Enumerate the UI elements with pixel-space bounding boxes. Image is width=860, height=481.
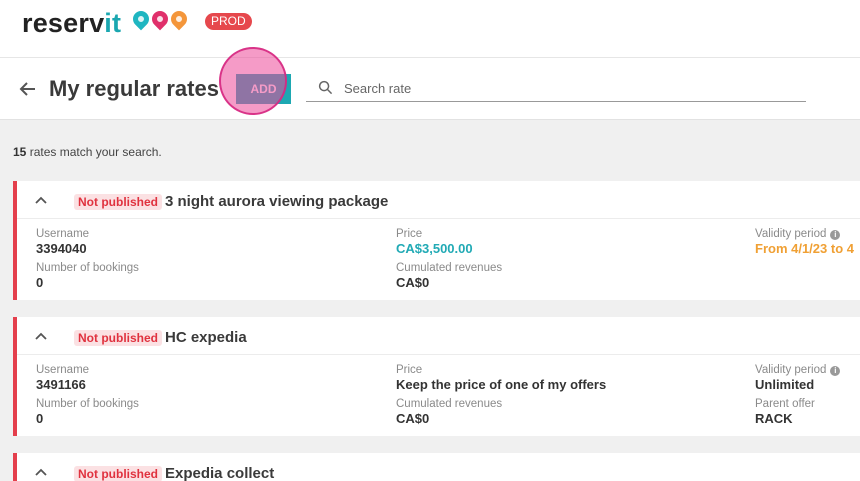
page-title: My regular rates — [49, 76, 219, 101]
chevron-up-icon[interactable] — [35, 467, 47, 477]
pin-icon-teal — [129, 7, 153, 31]
status-badge: Not published — [74, 194, 162, 210]
page-header: My regular rates ADD — [0, 58, 860, 120]
rate-card[interactable]: Not published Expedia collect — [13, 453, 860, 481]
rate-card[interactable]: Not published HC expedia Username 349116… — [13, 317, 860, 436]
info-icon[interactable]: i — [830, 366, 841, 376]
results-summary: 15 rates match your search. — [13, 145, 162, 159]
arrow-left-icon[interactable] — [18, 79, 38, 99]
results-count: 15 — [13, 145, 27, 159]
revenues-label: Cumulated revenues — [396, 262, 503, 274]
top-bar: reservit PROD — [0, 0, 860, 58]
search-icon — [318, 80, 333, 95]
pin-icon-orange — [167, 7, 191, 31]
username-field: Username 3491166 — [36, 364, 89, 392]
logo-pins-icon — [129, 7, 191, 31]
price-value: Keep the price of one of my offers — [396, 377, 607, 392]
parent-offer-field: Parent offer RACK — [755, 398, 815, 426]
logo-text: reserv — [22, 8, 105, 38]
chevron-up-icon[interactable] — [35, 331, 47, 341]
validity-label-row: Validity period i — [755, 228, 854, 241]
validity-label: Validity period — [755, 364, 827, 376]
username-value: 3394040 — [36, 241, 87, 256]
rate-name[interactable]: Expedia collect — [165, 465, 274, 481]
price-value: CA$3,500.00 — [396, 241, 473, 256]
username-label: Username — [36, 364, 90, 376]
validity-label: Validity period — [755, 228, 827, 240]
revenues-value: CA$0 — [396, 275, 430, 290]
bookings-label: Number of bookings — [36, 398, 139, 410]
bookings-value: 0 — [36, 411, 44, 426]
bookings-field: Number of bookings 0 — [36, 398, 139, 426]
price-label: Price — [396, 364, 423, 376]
chevron-up-icon[interactable] — [35, 195, 47, 205]
validity-value: Unlimited — [755, 377, 815, 392]
username-field: Username 3394040 — [36, 228, 89, 256]
price-label: Price — [396, 228, 423, 240]
rate-name[interactable]: HC expedia — [165, 329, 247, 346]
logo-text-accent: it — [104, 8, 122, 38]
revenues-value: CA$0 — [396, 411, 430, 426]
parent-offer-label: Parent offer — [755, 398, 815, 410]
revenues-label: Cumulated revenues — [396, 398, 503, 410]
add-button-label: ADD — [250, 82, 277, 96]
results-text: rates match your search. — [26, 145, 162, 159]
username-value: 3491166 — [36, 377, 86, 392]
username-label: Username — [36, 228, 90, 240]
rate-card-header[interactable]: Not published Expedia collect — [17, 453, 860, 481]
search-input[interactable] — [344, 78, 784, 98]
bookings-value: 0 — [36, 275, 44, 290]
price-field: Price Keep the price of one of my offers — [396, 364, 606, 392]
search-field[interactable] — [306, 76, 806, 102]
environment-badge: PROD — [205, 13, 252, 30]
parent-offer-value: RACK — [755, 411, 793, 426]
bookings-label: Number of bookings — [36, 262, 139, 274]
validity-label-row: Validity period i — [755, 364, 841, 377]
app-logo[interactable]: reservit — [22, 8, 121, 39]
rate-name[interactable]: 3 night aurora viewing package — [165, 193, 388, 210]
add-button[interactable]: ADD — [236, 74, 291, 104]
status-badge: Not published — [74, 466, 162, 481]
status-badge: Not published — [74, 330, 162, 346]
bookings-field: Number of bookings 0 — [36, 262, 139, 290]
revenues-field: Cumulated revenues CA$0 — [396, 262, 502, 290]
info-icon[interactable]: i — [830, 230, 841, 240]
rate-card-header[interactable]: Not published HC expedia — [17, 317, 860, 355]
price-field: Price CA$3,500.00 — [396, 228, 473, 256]
pin-icon-pink — [148, 7, 172, 31]
revenues-field: Cumulated revenues CA$0 — [396, 398, 502, 426]
validity-field: Validity period i From 4/1/23 to 4 — [755, 228, 854, 256]
validity-value: From 4/1/23 to 4 — [755, 241, 854, 256]
rate-card-header[interactable]: Not published 3 night aurora viewing pac… — [17, 181, 860, 219]
validity-field: Validity period i Unlimited — [755, 364, 841, 392]
rate-card[interactable]: Not published 3 night aurora viewing pac… — [13, 181, 860, 300]
